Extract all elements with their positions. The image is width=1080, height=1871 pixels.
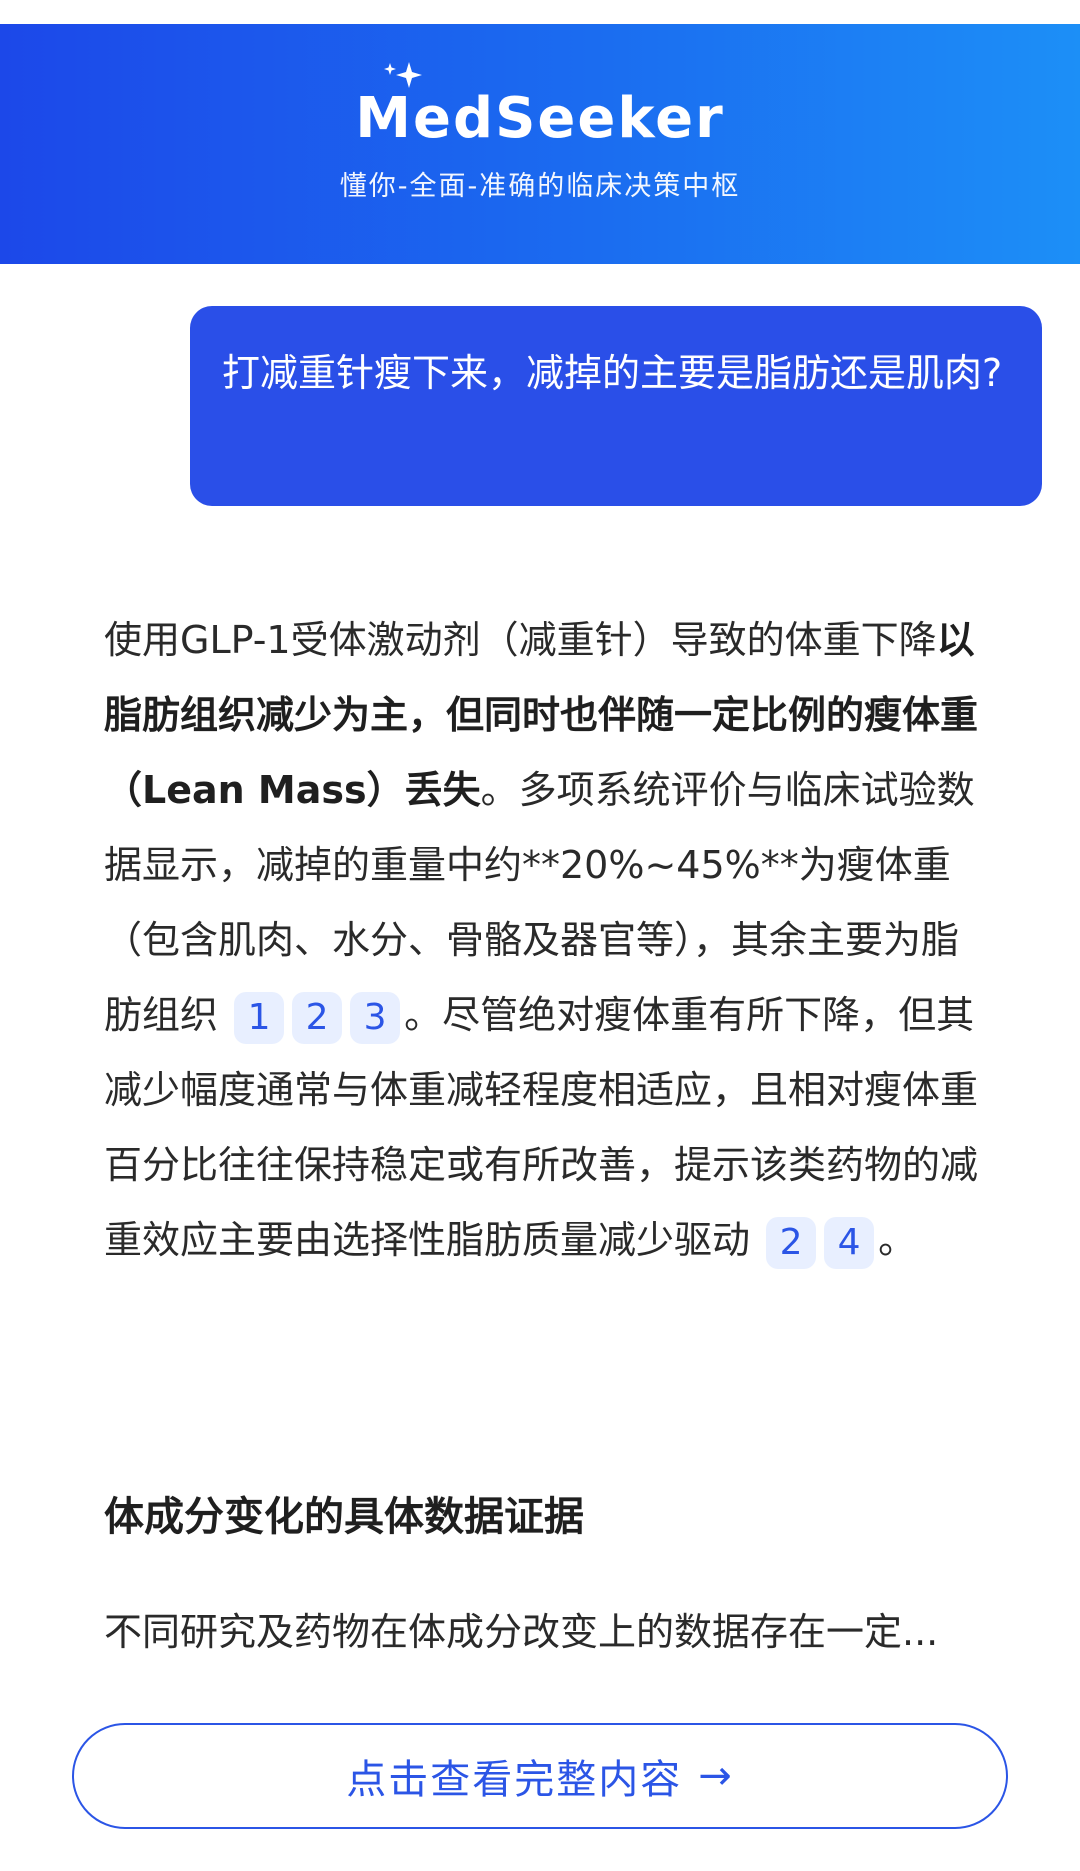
citation-badge[interactable]: 2	[292, 991, 343, 1044]
page: MedSeeker 懂你-全面-准确的临床决策中枢 打减重针瘦下来，减掉的主要是…	[0, 0, 1080, 1871]
citation-badge[interactable]: 1	[234, 991, 285, 1044]
citation-badge[interactable]: 2	[766, 1216, 817, 1269]
logo-area: MedSeeker	[0, 62, 1080, 151]
user-question-bubble: 打减重针瘦下来，减掉的主要是脂肪还是肌肉?	[190, 306, 1042, 506]
tagline: 懂你-全面-准确的临床决策中枢	[339, 171, 741, 202]
section-heading: 体成分变化的具体数据证据	[104, 1494, 584, 1540]
answer-paragraph: 使用GLP-1受体激动剂（减重针）导致的体重下降以脂肪组织减少为主，但同时也伴随…	[104, 603, 984, 1278]
app-header: MedSeeker 懂你-全面-准确的临床决策中枢	[0, 24, 1080, 264]
view-full-content-button[interactable]: 点击查看完整内容 →	[72, 1723, 1008, 1829]
medseeker-logo: MedSeeker	[355, 62, 725, 151]
citation-badge[interactable]: 3	[350, 991, 401, 1044]
view-full-content-label: 点击查看完整内容	[346, 1757, 683, 1803]
citation-badge[interactable]: 4	[824, 1216, 875, 1269]
answer-text-end: 。	[878, 1218, 917, 1262]
answer-text-1: 使用GLP-1受体激动剂（减重针）导致的体重下降	[104, 618, 937, 662]
answer-paragraph-2: 不同研究及药物在体成分改变上的数据存在一定...	[104, 1610, 939, 1654]
logo-text: MedSeeker	[355, 86, 725, 151]
sparkle-icon	[384, 62, 423, 88]
arrow-right-icon: →	[698, 1753, 734, 1799]
